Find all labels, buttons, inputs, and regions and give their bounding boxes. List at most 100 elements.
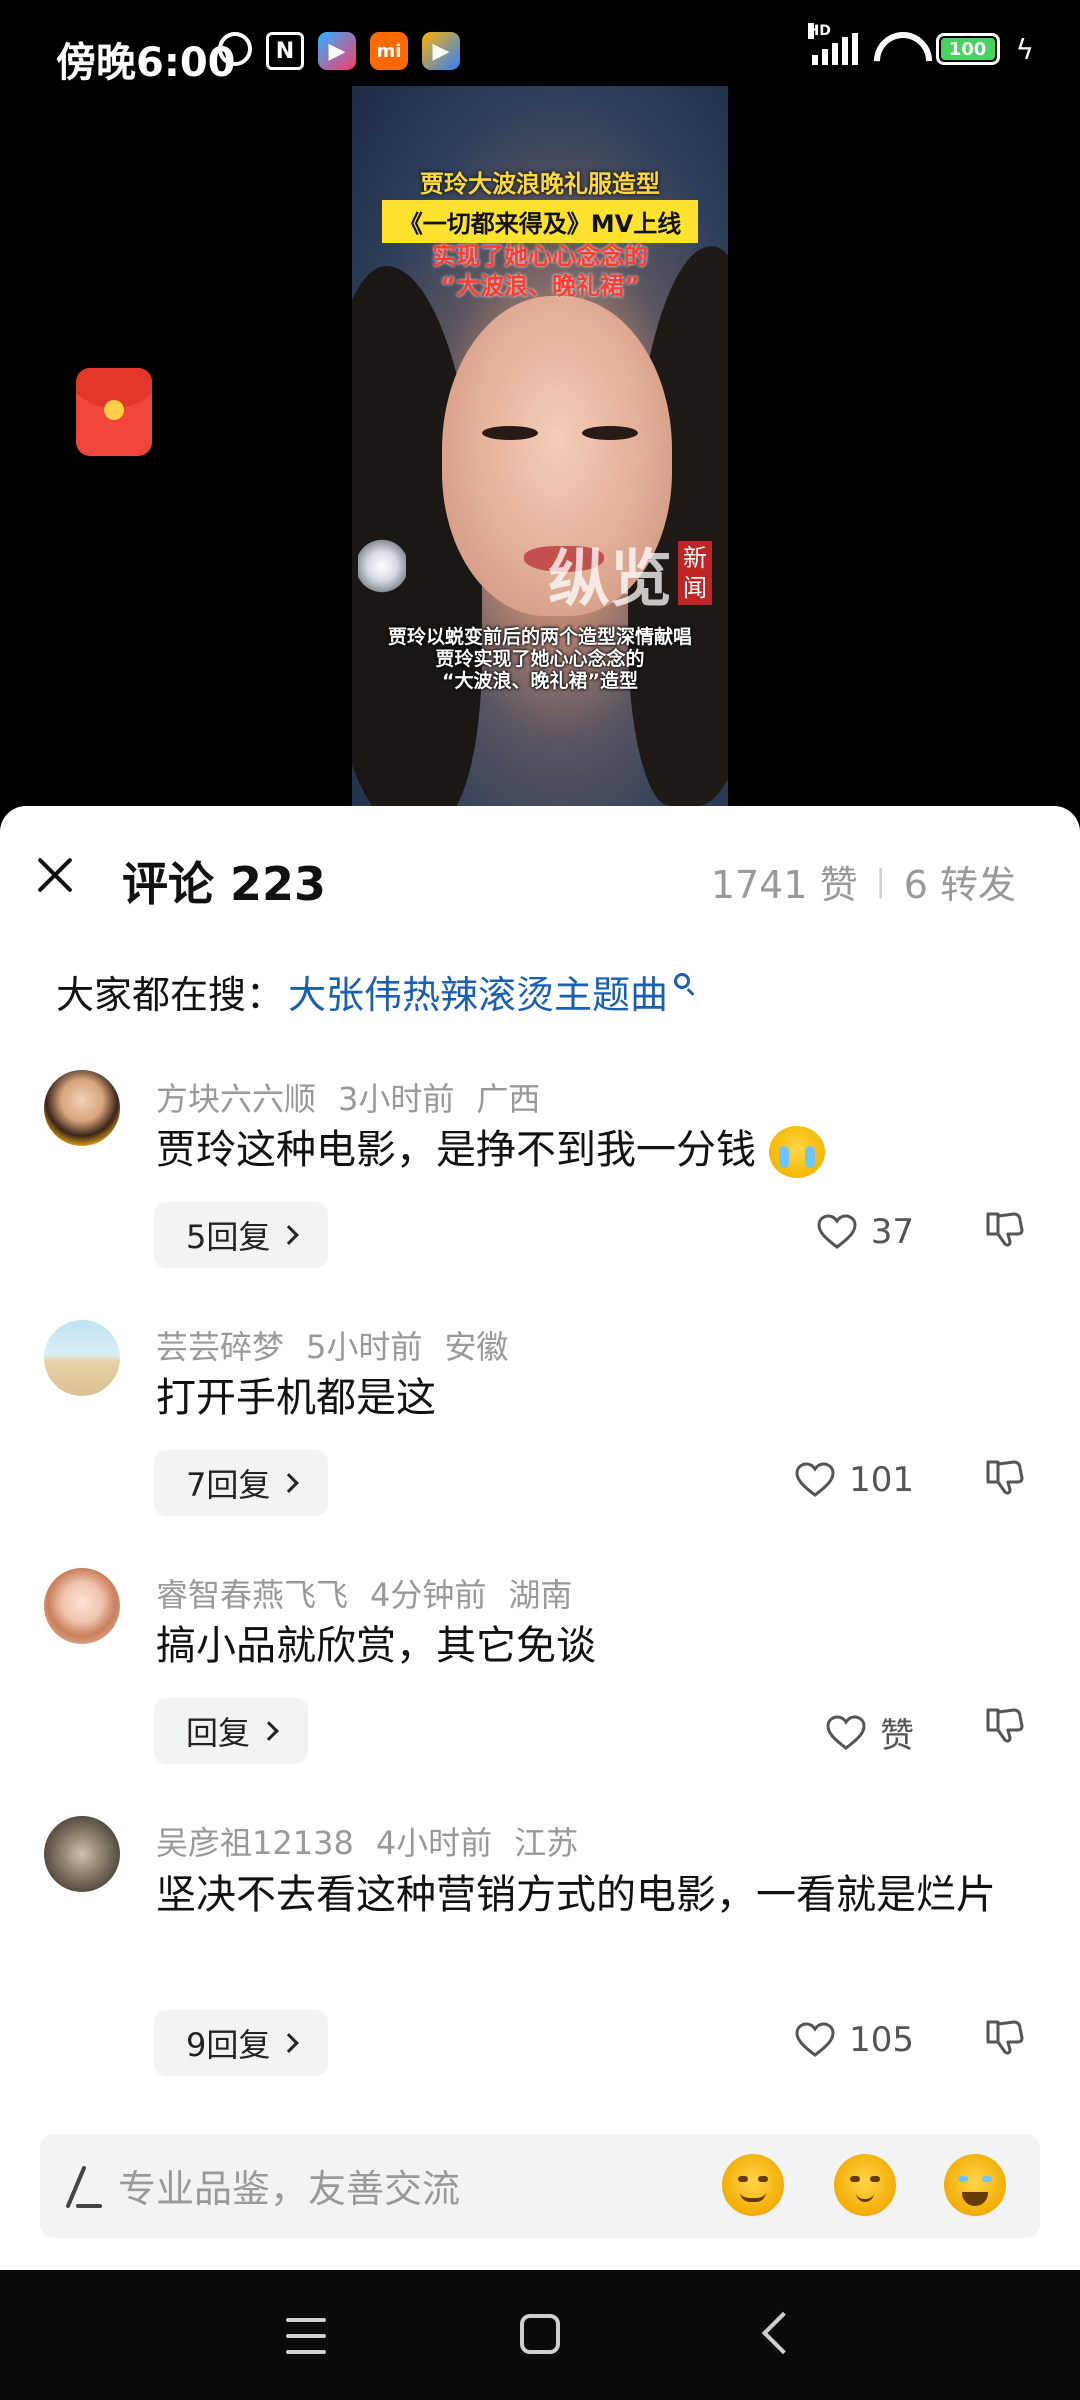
comment-time: 4小时前: [375, 1824, 493, 1862]
comment-username[interactable]: 吴彦祖12138: [156, 1818, 354, 1864]
comment-text-body: 贾玲这种电影，是挣不到我一分钱: [156, 1127, 756, 1173]
trending-search-link[interactable]: 大张伟热辣滚烫主题曲: [288, 964, 668, 1019]
like-button[interactable]: 101: [795, 1460, 914, 1500]
emoji-mouth: [962, 2192, 988, 2206]
watermark-badge: 新闻: [678, 541, 713, 605]
system-nav-bar: [0, 2270, 1080, 2400]
pen-icon: [64, 2162, 104, 2210]
battery-level: 100: [940, 38, 995, 60]
comment-username[interactable]: 睿智春燕飞飞: [156, 1570, 348, 1616]
video-caption-line3: “大波浪、晚礼裙”造型: [442, 670, 638, 692]
mi-app-icon: mi: [370, 32, 408, 70]
reply-count: 7回复: [186, 1466, 271, 1504]
chevron-right-icon: [279, 1225, 300, 1245]
heart-icon: [795, 1462, 835, 1498]
video-eye-right: [582, 426, 638, 440]
comment-input-placeholder[interactable]: 专业品鉴，友善交流: [118, 2158, 460, 2213]
laughing-crying-emoji-icon[interactable]: [944, 2154, 1006, 2216]
view-replies-button[interactable]: 5回复: [154, 1202, 329, 1268]
comment-username[interactable]: 方块六六顺: [156, 1074, 316, 1120]
emoji-mouth: [856, 2192, 874, 2202]
shares-count: 6 转发: [903, 863, 1016, 907]
video-title-line1: 贾玲大波浪晚礼服造型: [420, 170, 660, 198]
video-earring: [358, 538, 406, 594]
charging-icon: ϟ: [1015, 32, 1034, 66]
video-eye-left: [482, 426, 538, 440]
watermark-text: 纵览: [548, 542, 673, 615]
search-icon[interactable]: [674, 972, 691, 989]
chevron-right-icon: [279, 2033, 300, 2053]
sleepy-emoji-icon[interactable]: [722, 2154, 784, 2216]
emoji-mouth: [740, 2192, 766, 2202]
recent-apps-icon[interactable]: [286, 2318, 326, 2354]
video-player[interactable]: 贾玲大波浪晚礼服造型 《一切都来得及》MV上线 实现了她心心念念的 “大波浪、晚…: [0, 84, 1080, 814]
comment-meta: 吴彦祖12138 4小时前 江苏: [156, 1818, 578, 1864]
avatar[interactable]: [44, 1568, 120, 1644]
wifi-icon: [874, 32, 920, 66]
emoji-eye: [850, 2176, 860, 2182]
like-button[interactable]: 105: [795, 2020, 914, 2060]
video-frame[interactable]: 贾玲大波浪晚礼服造型 《一切都来得及》MV上线 实现了她心心念念的 “大波浪、晚…: [352, 86, 728, 814]
status-icons-right: HD 100 ϟ: [807, 23, 1034, 66]
likes-count: 1741 赞: [710, 863, 858, 907]
like-count: 赞: [880, 1716, 914, 1756]
comment-meta: 方块六六顺 3小时前 广西: [156, 1074, 540, 1120]
view-replies-button[interactable]: 回复: [154, 1698, 309, 1764]
avatar[interactable]: [44, 1070, 120, 1146]
chevron-right-icon: [259, 1721, 279, 1741]
trending-search-prefix: 大家都在搜：: [56, 973, 285, 1017]
signal-icon: HD: [807, 23, 858, 65]
comment-username[interactable]: 芸芸碎梦: [156, 1322, 284, 1368]
comment-meta: 芸芸碎梦 5小时前 安徽: [156, 1322, 508, 1368]
comment-location: 湖南: [508, 1576, 573, 1614]
comment-sheet-header: 评论 223 1741 赞 | 6 转发: [0, 806, 1080, 946]
status-time: 傍晚6:00: [56, 40, 236, 86]
battery-icon: 100: [935, 33, 1000, 65]
heart-icon: [795, 2022, 835, 2058]
crying-emoji-icon: [768, 1126, 825, 1178]
comment-time: 5小时前: [306, 1328, 423, 1366]
like-count: 37: [870, 1212, 914, 1252]
thinking-emoji-icon[interactable]: [834, 2154, 896, 2216]
status-icons-left: N ▶ mi ▶: [218, 32, 460, 70]
comment-text[interactable]: 贾玲这种电影，是挣不到我一分钱: [156, 1122, 1046, 1178]
dislike-icon[interactable]: [984, 1208, 1026, 1250]
comment-location: 江苏: [514, 1824, 579, 1862]
like-button[interactable]: 赞: [826, 1708, 914, 1757]
view-replies-button[interactable]: 7回复: [154, 1450, 329, 1516]
nfc-icon: N: [266, 32, 304, 70]
red-packet-icon[interactable]: [76, 368, 152, 456]
stats-separator: |: [875, 864, 886, 899]
comment-location: 广西: [476, 1080, 541, 1118]
emoji-eye: [870, 2176, 880, 2182]
emoji-eye: [738, 2176, 748, 2182]
comment-text[interactable]: 搞小品就欣赏，其它免谈: [156, 1618, 1046, 1674]
comment-text[interactable]: 坚决不去看这种营销方式的电影，一看就是烂片: [156, 1866, 1046, 1924]
comment-input-bar[interactable]: 专业品鉴，友善交流: [40, 2134, 1040, 2238]
reply-count: 5回复: [186, 1218, 271, 1256]
comment-meta: 睿智春燕飞飞 4分钟前 湖南: [156, 1570, 572, 1616]
dislike-icon[interactable]: [984, 1704, 1026, 1746]
avatar[interactable]: [44, 1816, 120, 1892]
avatar[interactable]: [44, 1320, 120, 1396]
like-count: 105: [849, 2020, 914, 2060]
network-type-label: HD: [807, 23, 831, 39]
home-icon[interactable]: [520, 2314, 560, 2354]
emoji-eye: [958, 2176, 968, 2182]
emoji-eye: [758, 2176, 768, 2182]
back-icon[interactable]: [761, 2311, 805, 2355]
view-replies-button[interactable]: 9回复: [154, 2010, 329, 2076]
like-button[interactable]: 37: [817, 1212, 914, 1252]
video-watermark: 纵览 新闻: [548, 528, 713, 618]
red-packet-seal: [104, 400, 124, 420]
dislike-icon[interactable]: [984, 1456, 1026, 1498]
like-count: 101: [849, 1460, 914, 1500]
chevron-right-icon: [279, 1473, 300, 1493]
dislike-icon[interactable]: [984, 2016, 1026, 2058]
close-icon[interactable]: [32, 852, 78, 898]
comment-text[interactable]: 打开手机都是这: [156, 1370, 1046, 1426]
comment-location: 安徽: [444, 1328, 509, 1366]
comment-count-title: 评论 223: [122, 857, 327, 911]
reply-count: 9回复: [186, 2026, 271, 2064]
heart-icon: [826, 1714, 866, 1751]
